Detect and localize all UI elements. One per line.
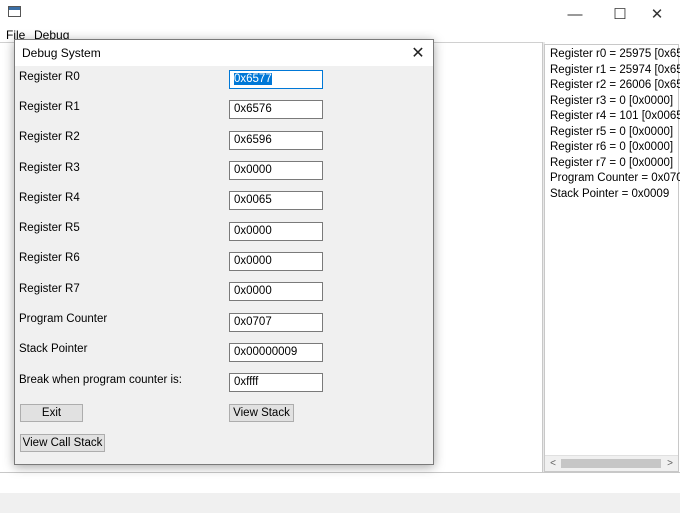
close-button[interactable]: ✕: [634, 0, 680, 28]
dialog-titlebar: Debug System ✕: [15, 40, 433, 66]
label-stack-pointer: Stack Pointer: [19, 343, 88, 355]
status-bar: [0, 493, 680, 513]
label-register-r4: Register R4: [19, 192, 80, 204]
register-line: Register r0 = 25975 [0x6577]: [550, 48, 680, 60]
register-line: Register r2 = 26006 [0x6596]: [550, 79, 680, 91]
label-register-r7: Register R7: [19, 283, 80, 295]
input-bar[interactable]: [0, 472, 680, 494]
program-counter-field[interactable]: 0x0707: [229, 313, 323, 332]
dialog-title: Debug System: [22, 46, 101, 60]
horizontal-scrollbar[interactable]: < >: [545, 455, 678, 471]
register-r2-field[interactable]: 0x6596: [229, 131, 323, 150]
register-r3-field[interactable]: 0x0000: [229, 161, 323, 180]
label-register-r0: Register R0: [19, 71, 80, 83]
view-stack-button[interactable]: View Stack: [229, 404, 294, 422]
view-call-stack-button[interactable]: View Call Stack: [20, 434, 105, 452]
register-line: Register r4 = 101 [0x0065]: [550, 110, 680, 122]
app-icon: [8, 6, 21, 17]
debug-system-dialog: Debug System ✕ Register R0 0x6577 Regist…: [14, 39, 434, 465]
register-r0-field[interactable]: 0x6577: [229, 70, 323, 89]
label-register-r6: Register R6: [19, 252, 80, 264]
label-break-pc: Break when program counter is:: [19, 374, 182, 386]
register-r6-field[interactable]: 0x0000: [229, 252, 323, 271]
label-program-counter: Program Counter: [19, 313, 108, 325]
register-line: Register r1 = 25974 [0x6576]: [550, 63, 680, 76]
program-counter-line: Program Counter = 0x0707: [550, 172, 680, 184]
scroll-right-icon[interactable]: >: [663, 457, 677, 470]
label-register-r2: Register R2: [19, 131, 80, 143]
register-line: Register r7 = 0 [0x0000]: [550, 156, 674, 169]
break-pc-field[interactable]: 0xffff: [229, 373, 323, 392]
main-titlebar: — ☐ ✕: [0, 0, 680, 28]
registers-output-panel: Register r0 = 25975 [0x6577] Register r1…: [544, 44, 680, 472]
label-register-r5: Register R5: [19, 222, 80, 234]
register-line: Register r3 = 0 [0x0000]: [550, 94, 674, 107]
label-register-r1: Register R1: [19, 101, 80, 113]
register-r5-field[interactable]: 0x0000: [229, 222, 323, 241]
exit-button[interactable]: Exit: [20, 404, 83, 422]
register-r1-field[interactable]: 0x6576: [229, 100, 323, 119]
stack-pointer-line: Stack Pointer = 0x0009: [550, 187, 670, 200]
minimize-button[interactable]: —: [552, 0, 598, 28]
dialog-close-icon[interactable]: ✕: [403, 40, 433, 66]
scroll-left-icon[interactable]: <: [546, 457, 560, 470]
register-r7-field[interactable]: 0x0000: [229, 282, 323, 301]
label-register-r3: Register R3: [19, 162, 80, 174]
register-line: Register r5 = 0 [0x0000]: [550, 125, 674, 138]
stack-pointer-field[interactable]: 0x00000009: [229, 343, 323, 362]
scrollbar-thumb[interactable]: [561, 459, 661, 468]
register-line: Register r6 = 0 [0x0000]: [550, 141, 674, 153]
register-r4-field[interactable]: 0x0065: [229, 191, 323, 210]
